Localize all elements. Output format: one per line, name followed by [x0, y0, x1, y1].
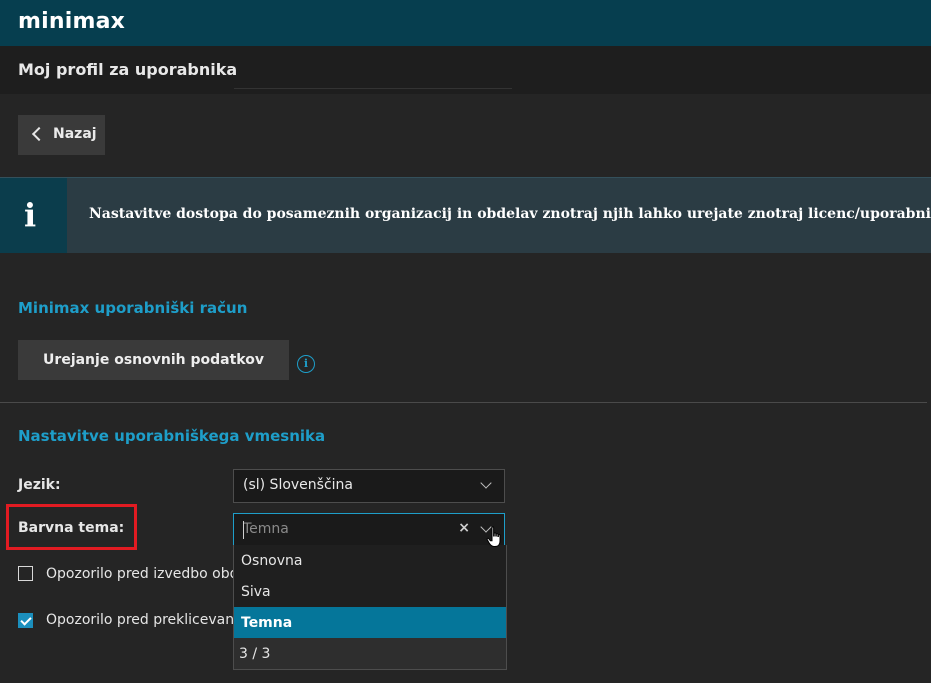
- option-label: Siva: [241, 584, 271, 600]
- theme-option-temna[interactable]: Temna: [234, 607, 506, 638]
- text-cursor: [243, 521, 244, 539]
- theme-option-osnovna[interactable]: Osnovna: [234, 545, 506, 576]
- language-select-value: (sl) Slovenščina: [243, 477, 354, 493]
- info-message: Nastavitve dostopa do posameznih organiz…: [89, 206, 931, 222]
- info-circle-icon[interactable]: i: [297, 355, 315, 373]
- edit-basic-data-button[interactable]: Urejanje osnovnih podatkov: [18, 340, 289, 380]
- hand-cursor-icon: [486, 526, 501, 547]
- back-button-label: Nazaj: [53, 126, 97, 142]
- minimax-logo[interactable]: minimax: [18, 9, 125, 34]
- counter-text: 3 / 3: [239, 646, 271, 662]
- top-bar: minimax: [0, 0, 931, 46]
- chevron-left-icon: [31, 126, 47, 142]
- section-title-ui-settings: Nastavitve uporabniškega vmesnika: [18, 427, 326, 445]
- title-underline: [234, 88, 512, 89]
- checkbox-warning-execute[interactable]: [18, 566, 33, 581]
- option-label: Osnovna: [241, 553, 303, 569]
- option-label: Temna: [241, 615, 293, 631]
- theme-dropdown: Osnovna Siva Temna 3 / 3: [233, 545, 507, 670]
- language-label: Jezik:: [18, 477, 61, 493]
- chevron-down-icon[interactable]: [480, 477, 492, 489]
- info-icon: i: [0, 178, 67, 253]
- clear-icon[interactable]: ×: [458, 520, 470, 536]
- theme-option-siva[interactable]: Siva: [234, 576, 506, 607]
- checkbox-warning-execute-label[interactable]: Opozorilo pred izvedbo obd: [46, 566, 239, 582]
- theme-select-placeholder: Temna: [243, 521, 289, 537]
- theme-label: Barvna tema:: [18, 520, 125, 536]
- section-title-account: Minimax uporabniški račun: [18, 299, 248, 317]
- dropdown-counter: 3 / 3: [234, 638, 506, 669]
- section-divider: [0, 402, 927, 403]
- page-header: Moj profil za uporabnika: [0, 46, 931, 94]
- checkbox-warning-cancel[interactable]: [18, 613, 33, 628]
- checkbox-warning-cancel-label[interactable]: Opozorilo pred preklicevanje: [46, 612, 247, 628]
- theme-select[interactable]: Temna ×: [233, 513, 505, 547]
- back-button[interactable]: Nazaj: [18, 115, 105, 155]
- info-banner: i Nastavitve dostopa do posameznih organ…: [0, 177, 931, 253]
- page-title: Moj profil za uporabnika: [18, 60, 238, 79]
- language-select[interactable]: (sl) Slovenščina: [233, 469, 505, 503]
